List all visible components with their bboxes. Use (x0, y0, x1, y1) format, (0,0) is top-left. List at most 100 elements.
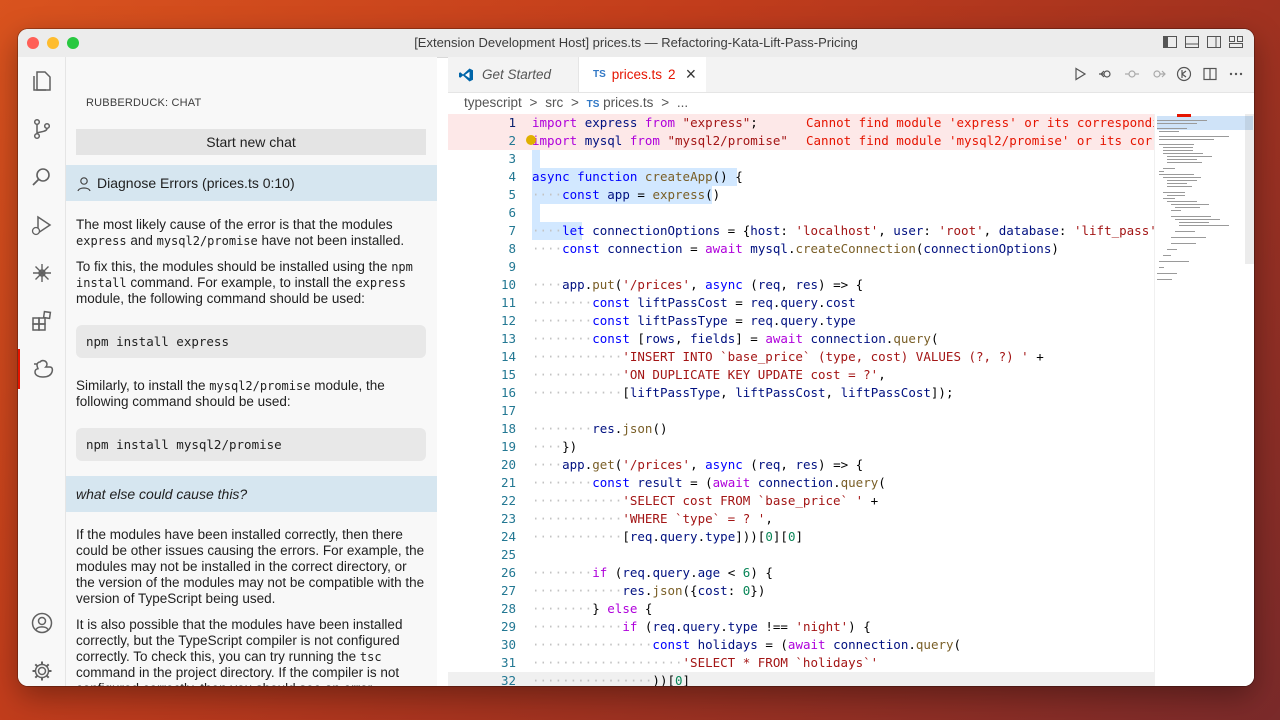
code-line[interactable]: 32 ················))[0] (448, 672, 1154, 686)
breadcrumb-separator: > (529, 95, 538, 110)
line-number: 17 (500, 403, 516, 418)
accounts-icon[interactable] (18, 603, 65, 643)
code-line[interactable]: 21 ········const result = (await connecti… (448, 474, 1154, 492)
code-line[interactable]: 8 ····const connection = await mysql.crea… (448, 240, 1154, 258)
breadcrumb: typescript > src > TS prices.ts > ... (464, 95, 688, 110)
extension-gpt-icon[interactable] (18, 253, 65, 293)
answer-paragraph: If the modules have been installed corre… (76, 527, 425, 606)
code-line[interactable]: 11 ········const liftPassCost = req.query… (448, 294, 1154, 312)
code-line[interactable]: 2 import mysql from "mysql2/promise" Canno… (448, 132, 1154, 150)
tab-label: Get Started (482, 67, 552, 82)
code-line[interactable]: 7 ····let connectionOptions = {host: 'loc… (448, 222, 1154, 240)
source-control-icon[interactable] (18, 109, 65, 149)
code-line[interactable]: 9 (448, 258, 1154, 276)
code-text: ············[liftPassType, liftPassCost,… (532, 385, 954, 400)
code-line[interactable]: 16 ············[liftPassType, liftPassCos… (448, 384, 1154, 402)
code-line[interactable]: 26 ········if (req.query.age < 6) { (448, 564, 1154, 582)
extensions-icon[interactable] (18, 301, 65, 341)
search-icon[interactable] (18, 157, 65, 197)
line-number: 25 (500, 547, 516, 562)
manage-gear-icon[interactable] (18, 651, 65, 686)
start-new-chat-button[interactable]: Start new chat (76, 129, 426, 155)
editor-tabs: Get Started TS prices.ts 2 × (448, 57, 1254, 93)
next-change-icon[interactable] (1150, 66, 1166, 82)
code-line[interactable]: 20 ····app.get('/prices', async (req, res… (448, 456, 1154, 474)
code-line[interactable]: 14 ············'INSERT INTO `base_price` … (448, 348, 1154, 366)
conversation-header[interactable]: Diagnose Errors (prices.ts 0:10) (66, 165, 437, 201)
line-number: 16 (500, 385, 516, 400)
code-line[interactable]: 18 ········res.json() (448, 420, 1154, 438)
line-number: 5 (508, 187, 516, 202)
line-number: 14 (500, 349, 516, 364)
line-number: 22 (500, 493, 516, 508)
line-number: 7 (508, 223, 516, 238)
run-icon[interactable] (1072, 66, 1088, 82)
question-text: what else could cause this? (76, 486, 248, 502)
breadcrumb-separator: > (570, 95, 579, 110)
code-text: ················))[0] (532, 673, 691, 686)
code-line[interactable]: 17 (448, 402, 1154, 420)
code-line[interactable]: 15 ············'ON DUPLICATE KEY UPDATE c… (448, 366, 1154, 384)
code-line[interactable]: 19 ····}) (448, 438, 1154, 456)
activity-bar (18, 57, 66, 686)
breadcrumb-item[interactable]: prices.ts (603, 95, 653, 110)
code-line[interactable]: 23 ············'WHERE `type` = ? ', (448, 510, 1154, 528)
lightbulb-icon[interactable] (526, 135, 536, 145)
code-line[interactable]: 6 (448, 204, 1154, 222)
code-line[interactable]: 25 (448, 546, 1154, 564)
breadcrumb-item[interactable]: typescript (464, 95, 522, 110)
code-line[interactable]: 27 ············res.json({cost: 0}) (448, 582, 1154, 600)
code-text: ············'INSERT INTO `base_price` (t… (532, 349, 1044, 364)
code-line[interactable]: 31 ····················'SELECT * FROM `ho… (448, 654, 1154, 672)
split-editor-icon[interactable] (1202, 66, 1218, 82)
toggle-sidebar-icon[interactable] (1162, 34, 1178, 50)
code-text: ········res.json() (532, 421, 668, 436)
code-line[interactable]: 28 ········} else { (448, 600, 1154, 618)
code-line[interactable]: 29 ············if (req.query.type !== 'ni… (448, 618, 1154, 636)
tab-get-started[interactable]: Get Started (448, 57, 579, 92)
code-text: ········const liftPassType = req.query.t… (532, 313, 856, 328)
previous-change-icon[interactable] (1124, 66, 1140, 82)
typescript-icon: TS (593, 69, 606, 80)
minimap-slider[interactable] (1245, 114, 1254, 264)
open-changes-icon[interactable] (1098, 66, 1114, 82)
breadcrumb-item[interactable]: src (545, 95, 563, 110)
code-text: import mysql from "mysql2/promise" (532, 133, 788, 148)
code-block-npm-mysql2[interactable]: npm install mysql2/promise (76, 428, 426, 461)
code-line[interactable]: 24 ············[req.query.type]))[0][0] (448, 528, 1154, 546)
run-debug-icon[interactable] (18, 205, 65, 245)
code-line[interactable]: 4 async function createApp() { (448, 168, 1154, 186)
code-line[interactable]: 22 ············'SELECT cost FROM `base_pr… (448, 492, 1154, 510)
code-line[interactable]: 30 ················const holidays = (awai… (448, 636, 1154, 654)
minimap[interactable] (1154, 114, 1254, 686)
code-line[interactable]: 10 ····app.put('/prices', async (req, res… (448, 276, 1154, 294)
more-actions-icon[interactable] (1228, 66, 1244, 82)
toggle-secondary-sidebar-icon[interactable] (1206, 34, 1222, 50)
code-line[interactable]: 5 ····const app = express() (448, 186, 1154, 204)
code-block-npm-express[interactable]: npm install express (76, 325, 426, 358)
chat-sidebar: RUBBERDUCK: CHAT Start new chat Diagnose… (66, 57, 437, 686)
tab-prices-ts[interactable]: TS prices.ts 2 × (579, 57, 706, 92)
line-number: 13 (500, 331, 516, 346)
toggle-panel-icon[interactable] (1184, 34, 1200, 50)
code-editor[interactable]: 1 import express from "express"; Cannot fi… (448, 114, 1154, 686)
code-line[interactable]: 3 (448, 150, 1154, 168)
code-text: ····app.put('/prices', async (req, res) … (532, 277, 864, 292)
rubberduck-icon[interactable] (18, 349, 67, 389)
customize-layout-icon[interactable] (1228, 34, 1244, 50)
code-line[interactable]: 1 import express from "express"; Cannot fi… (448, 114, 1154, 132)
line-number: 2 (508, 133, 516, 148)
timeline-icon[interactable] (1176, 66, 1192, 82)
code-line[interactable]: 12 ········const liftPassType = req.query… (448, 312, 1154, 330)
answer-paragraph: Similarly, to install the mysql2/promise… (76, 378, 385, 409)
close-tab-icon[interactable]: × (686, 64, 697, 85)
line-number: 23 (500, 511, 516, 526)
line-number: 24 (500, 529, 516, 544)
code-text: ····let connectionOptions = {host: 'loca… (532, 223, 1154, 238)
code-text: ········} else { (532, 601, 653, 616)
code-line[interactable]: 13 ········const [rows, fields] = await c… (448, 330, 1154, 348)
explorer-icon[interactable] (18, 61, 65, 101)
breadcrumb-item[interactable]: ... (677, 95, 688, 110)
breadcrumb-separator: > (661, 95, 670, 110)
line-number: 20 (500, 457, 516, 472)
